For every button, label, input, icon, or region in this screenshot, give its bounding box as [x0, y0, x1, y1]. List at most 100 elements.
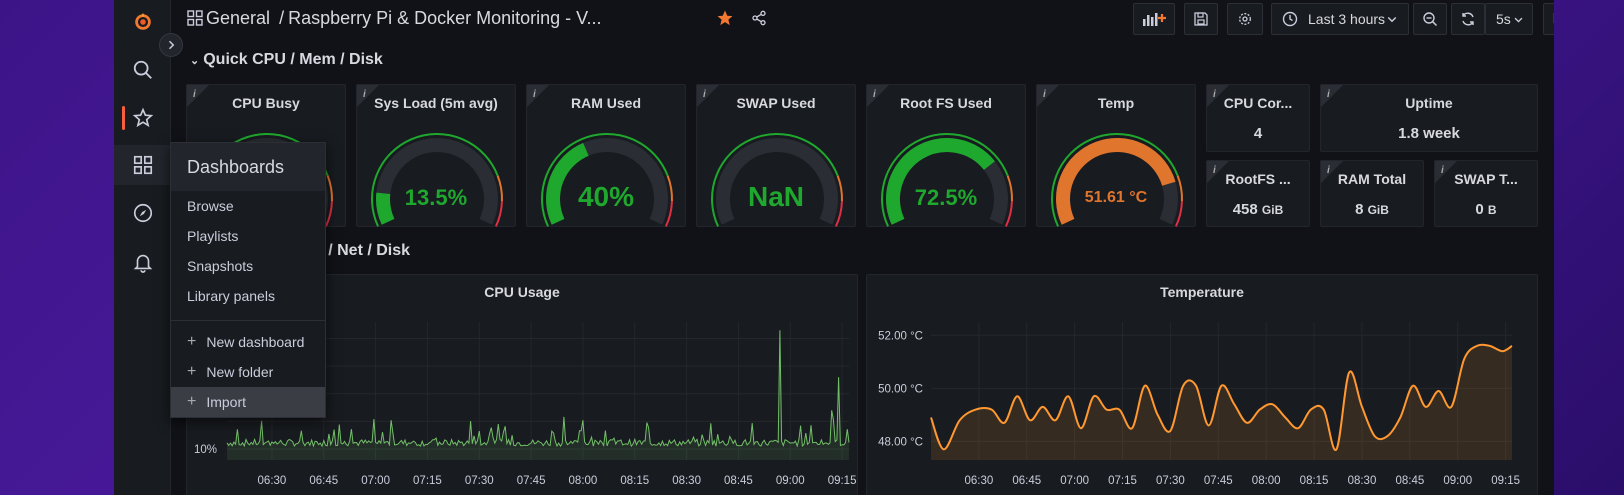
menu-item-label: New folder [206, 364, 274, 380]
side-menu [114, 0, 171, 495]
menu-item-new-dashboard[interactable]: + New dashboard [171, 327, 325, 357]
menu-item-library-panels[interactable]: Library panels [187, 288, 275, 304]
search-icon[interactable] [114, 50, 171, 90]
settings-button[interactable] [1227, 3, 1263, 35]
menu-item-import[interactable]: + Import [171, 387, 325, 417]
x-tick-label: 08:45 [724, 475, 753, 487]
menu-item-browse[interactable]: Browse [187, 198, 234, 214]
x-tick-label: 07:30 [465, 475, 494, 487]
x-tick-label: 06:30 [964, 475, 993, 487]
chevron-right-icon [168, 40, 175, 50]
stat-panel[interactable]: i RootFS ... 458 GiB [1206, 160, 1310, 227]
zoom-out-button[interactable] [1413, 3, 1447, 35]
row-title-label: n / Net / Disk [314, 242, 411, 259]
menu-item-snapshots[interactable]: Snapshots [187, 258, 253, 274]
stat-unit: GiB [1261, 203, 1284, 217]
y-tick-label: 48.00 °C [878, 436, 923, 448]
time-range-label: Last 3 hours [1308, 11, 1386, 27]
refresh-button[interactable] [1451, 3, 1485, 35]
x-tick-label: 07:00 [361, 475, 390, 487]
x-tick-label: 07:00 [1060, 475, 1089, 487]
star-icon[interactable] [114, 98, 171, 138]
x-tick-label: 08:30 [672, 475, 701, 487]
refresh-interval-label: 5s [1496, 11, 1511, 27]
refresh-interval-picker[interactable]: 5s [1485, 3, 1533, 35]
row-header-network[interactable]: n / Net / Disk [314, 242, 410, 260]
x-tick-label: 08:00 [1252, 475, 1281, 487]
stat-value: 0 B [1435, 201, 1537, 218]
gauge-panel[interactable]: i Temp 51.61 °C [1036, 84, 1196, 227]
x-tick-label: 07:15 [1108, 475, 1137, 487]
gauge-panel[interactable]: i RAM Used 40% [526, 84, 686, 227]
stat-panel[interactable]: i RAM Total 8 GiB [1320, 160, 1424, 227]
menu-divider [171, 320, 325, 321]
y-tick-label: 50.00 °C [878, 383, 923, 395]
x-tick-label: 07:45 [1204, 475, 1233, 487]
temperature-panel[interactable]: Temperature 06:30 06:45 07:00 07:15 07:30 07:… [866, 274, 1538, 495]
chevron-down-icon [1387, 16, 1397, 23]
compass-icon[interactable] [114, 193, 171, 233]
gauge-value: NaN [747, 181, 804, 212]
x-tick-label: 09:00 [776, 475, 805, 487]
temperature-area [931, 344, 1512, 460]
panel-title: RootFS ... [1225, 171, 1291, 187]
gauge-panel[interactable]: i SWAP Used NaN [696, 84, 856, 227]
stat-number: 458 [1232, 201, 1258, 218]
clock-icon [1282, 11, 1298, 27]
row-title-label: Quick CPU / Mem / Disk [203, 51, 383, 68]
refresh-icon [1462, 12, 1474, 26]
x-tick-label: 08:15 [1300, 475, 1329, 487]
favorite-star-icon[interactable] [716, 9, 734, 27]
gauge-value: 40% [577, 181, 635, 212]
breadcrumb-separator: / [279, 8, 285, 28]
gauge-panel[interactable]: i Sys Load (5m avg) 13.5% [356, 84, 516, 227]
stat-panel[interactable]: i CPU Cor... 4 [1206, 84, 1310, 152]
tv-mode-button[interactable] [1543, 3, 1554, 35]
chevron-down-icon: ⌄ [190, 55, 200, 67]
stat-unit: B [1487, 203, 1497, 217]
menu-item-label: New dashboard [206, 334, 305, 350]
expand-menu-button[interactable] [159, 33, 183, 57]
bell-icon[interactable] [114, 242, 171, 282]
x-tick-label: 06:45 [1012, 475, 1041, 487]
x-tick-label: 06:45 [309, 475, 338, 487]
stat-value: 1.8 week [1398, 125, 1460, 142]
stat-value: 8 GiB [1321, 201, 1423, 218]
monitor-icon [1553, 12, 1554, 24]
x-tick-label: 08:00 [569, 475, 598, 487]
gauge-threshold-arc [326, 175, 333, 202]
x-tick-label: 09:15 [828, 475, 857, 487]
dropdown-header[interactable]: Dashboards [171, 143, 325, 191]
stat-panel[interactable]: i SWAP T... 0 B [1434, 160, 1538, 227]
x-tick-label: 07:30 [1156, 475, 1185, 487]
dashboard-title[interactable]: Raspberry Pi & Docker Monitoring - V... [288, 8, 601, 28]
row-header-quick[interactable]: ⌄ Quick CPU / Mem / Disk [190, 51, 383, 69]
temperature-chart[interactable]: 06:30 06:45 07:00 07:15 07:30 07:45 08:00 08:15… [867, 275, 1539, 495]
add-panel-button[interactable] [1133, 3, 1175, 35]
menu-item-new-folder[interactable]: + New folder [171, 357, 325, 387]
save-dashboard-button[interactable] [1184, 3, 1218, 35]
zoom-out-icon [1423, 12, 1438, 27]
menu-item-playlists[interactable]: Playlists [187, 228, 238, 244]
x-tick-label: 08:15 [620, 475, 649, 487]
time-picker-button[interactable]: Last 3 hours [1271, 3, 1409, 35]
y-tick-label: 10% [194, 444, 217, 456]
gauge-panel[interactable]: i Root FS Used 72.5% [866, 84, 1026, 227]
stat-value: 458 GiB [1207, 201, 1309, 218]
share-icon[interactable] [751, 10, 767, 26]
plus-icon: + [187, 333, 197, 350]
stat-unit: GiB [1367, 203, 1389, 217]
panel-title: SWAP T... [1454, 171, 1518, 187]
apps-icon [187, 10, 203, 26]
x-tick-label: 08:45 [1395, 475, 1424, 487]
stat-number: 8 [1355, 201, 1364, 218]
panel-title: Uptime [1405, 95, 1453, 111]
gauge-value: 72.5% [914, 185, 978, 210]
chevron-down-icon [1514, 17, 1523, 23]
grafana-window: General / Raspberry Pi & Docker Monitorin… [114, 0, 1554, 495]
dashboards-icon[interactable] [114, 145, 171, 185]
breadcrumb: General / Raspberry Pi & Docker Monitorin… [206, 8, 602, 29]
top-bar: General / Raspberry Pi & Docker Monitorin… [171, 0, 1554, 38]
stat-panel[interactable]: i Uptime 1.8 week [1320, 84, 1538, 152]
breadcrumb-folder[interactable]: General [206, 8, 270, 28]
